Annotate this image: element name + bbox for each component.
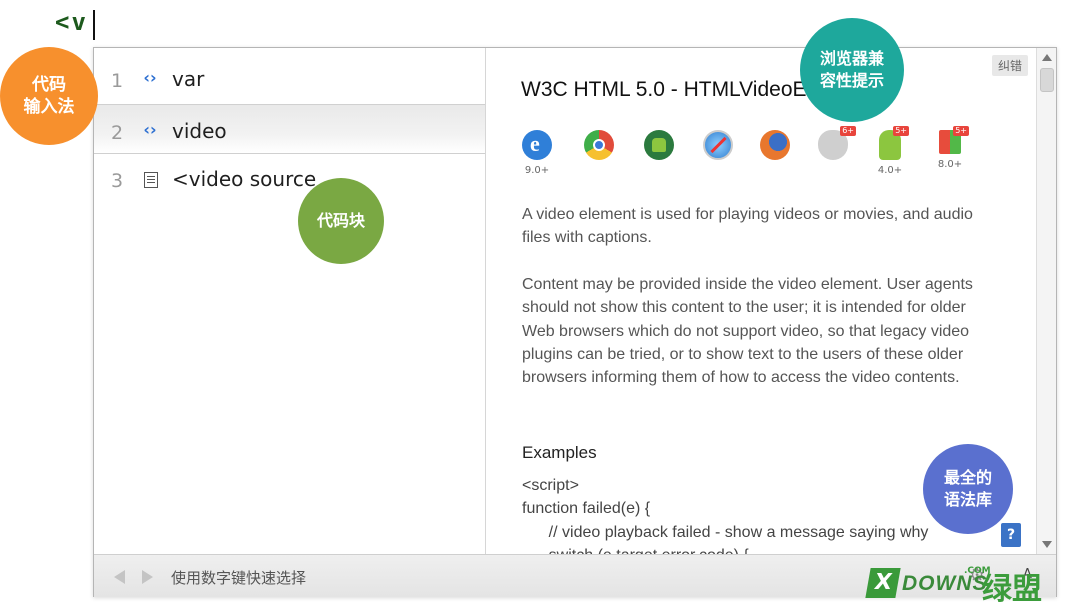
- browser-windows-phone: 5+ 8.0+: [932, 126, 969, 170]
- callout-text: 最全的 语法库: [943, 468, 992, 509]
- ie-icon: e: [522, 130, 552, 160]
- suggestion-label: var: [172, 67, 205, 91]
- report-error-button[interactable]: 纠错: [991, 55, 1028, 76]
- suggestion-number: 2: [111, 122, 124, 144]
- browser-firefox: [757, 130, 793, 160]
- help-book-icon[interactable]: ?: [1001, 523, 1021, 547]
- suggestion-list: 1 ‹› var 2 ‹› video 3 <video source: [94, 48, 486, 554]
- suggestion-number: 3: [111, 170, 124, 192]
- suggestion-label: video: [172, 119, 227, 143]
- browser-ie: e 9.0+: [519, 130, 555, 176]
- description-paragraph-1: A video element is used for playing vide…: [522, 206, 973, 247]
- browser-version: 8.0+: [937, 159, 963, 170]
- ios-safari-icon: 6+: [818, 126, 856, 160]
- chrome-icon: [584, 130, 614, 160]
- callout-syntax-library: 最全的 语法库: [923, 444, 1013, 534]
- version-badge: 6+: [840, 126, 856, 136]
- suggestion-item-video[interactable]: 2 ‹› video: [94, 104, 485, 154]
- browser-version: 4.0+: [877, 165, 903, 176]
- tag-icon: ‹›: [143, 68, 157, 87]
- version-badge: 5+: [893, 126, 909, 136]
- scroll-up-icon[interactable]: [1042, 54, 1052, 61]
- text-caret: [93, 10, 95, 40]
- browser-android: 5+ 4.0+: [872, 126, 909, 176]
- next-arrow-icon[interactable]: [142, 570, 153, 584]
- scroll-down-icon[interactable]: [1042, 541, 1052, 548]
- safari-icon: [703, 130, 733, 160]
- typed-text: <v: [55, 8, 88, 36]
- suggestion-item-var[interactable]: 1 ‹› var: [94, 53, 485, 103]
- version-badge: 5+: [953, 126, 969, 136]
- snippet-icon: [144, 172, 158, 188]
- suggestion-label: <video source: [172, 167, 317, 191]
- suggestion-number: 1: [111, 70, 124, 92]
- browser-android-stock: [641, 130, 677, 160]
- callout-compatibility: 浏览器兼 容性提示: [800, 18, 904, 122]
- callout-text: 代码 输入法: [23, 75, 75, 117]
- firefox-icon: [760, 130, 790, 160]
- scroll-thumb[interactable]: [1040, 68, 1054, 92]
- vertical-scrollbar[interactable]: [1036, 48, 1056, 554]
- windows-phone-icon: 5+: [939, 126, 969, 154]
- suggestion-item-video-source[interactable]: 3 <video source: [94, 153, 485, 203]
- callout-input-method: 代码 输入法: [0, 47, 98, 145]
- browser-version: 9.0+: [524, 165, 550, 176]
- watermark-x: X: [865, 568, 901, 598]
- description-paragraph-2: Content may be provided inside the video…: [522, 276, 973, 387]
- prev-arrow-icon[interactable]: [114, 570, 125, 584]
- callout-snippet: 代码块: [298, 178, 384, 264]
- browser-ios-safari: 6+: [815, 126, 856, 160]
- watermark-logo: X DOWNS .COM 绿盟: [865, 562, 1058, 607]
- callout-text: 浏览器兼 容性提示: [819, 49, 884, 90]
- example-code: <script> function failed(e) { // video p…: [522, 477, 929, 554]
- android-browser-icon: [644, 130, 674, 160]
- browser-chrome: [581, 130, 617, 160]
- browser-safari: [700, 130, 736, 160]
- autocomplete-popup: 1 ‹› var 2 ‹› video 3 <video source 纠错 W…: [93, 47, 1057, 597]
- watermark-cn: 绿盟: [982, 572, 1042, 607]
- examples-heading: Examples: [522, 443, 597, 462]
- android-icon: 5+: [879, 126, 909, 160]
- callout-text: 代码块: [316, 211, 365, 230]
- footer-hint: 使用数字键快速选择: [171, 569, 307, 587]
- tag-icon: ‹›: [143, 120, 157, 139]
